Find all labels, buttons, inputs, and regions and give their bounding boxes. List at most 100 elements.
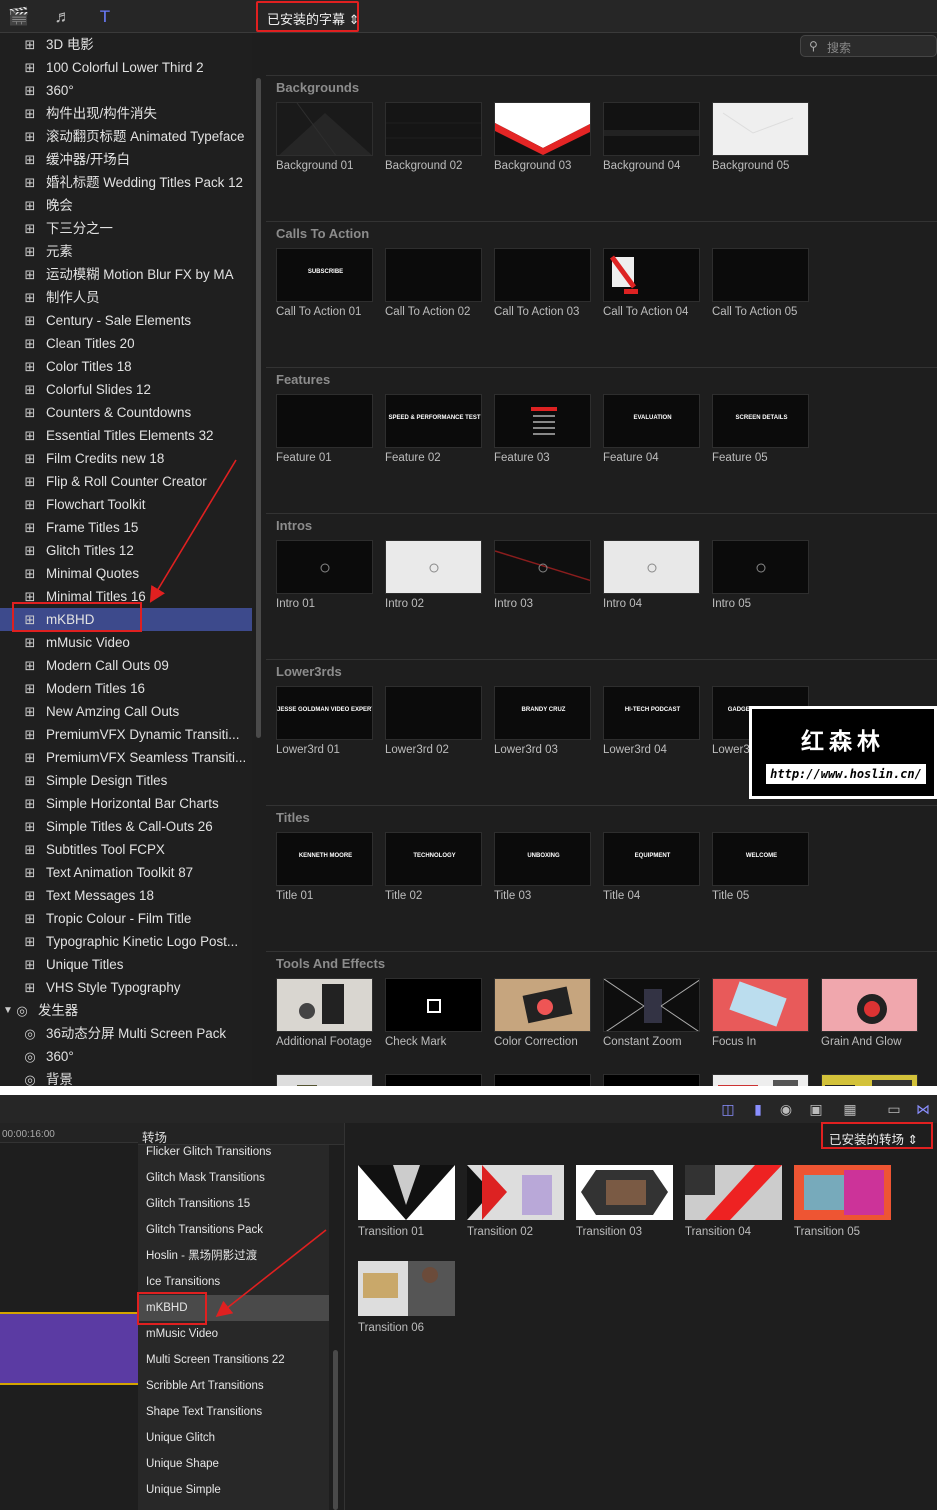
sidebar-item[interactable]: ⊞ Modern Titles 16 (0, 677, 252, 700)
thumbnail[interactable]: UNBOXING (494, 832, 591, 886)
sidebar-item[interactable]: ⊞ Simple Design Titles (0, 769, 252, 792)
sidebar-item[interactable]: ⊞ Essential Titles Elements 32 (0, 424, 252, 447)
music-note-icon[interactable]: ♬ (52, 7, 74, 27)
thumbnail[interactable] (712, 1074, 809, 1086)
thumbnail[interactable]: TECH NEWS (821, 1074, 918, 1086)
sidebar-item[interactable]: ⊞ 3D 电影 (0, 33, 252, 56)
thumbnail[interactable] (276, 394, 373, 448)
thumbnail[interactable] (603, 978, 700, 1032)
thumbnail[interactable] (603, 1074, 700, 1086)
timeline-clip[interactable] (0, 1312, 138, 1385)
thumbnail[interactable]: EVALUATION (603, 394, 700, 448)
transition-list-item[interactable]: Unique Shape (138, 1451, 329, 1477)
thumbnail[interactable]: TECHNOLOGY (385, 832, 482, 886)
sidebar-item[interactable]: ⊞ Color Titles 18 (0, 355, 252, 378)
thumbnail[interactable] (385, 102, 482, 156)
thumbnail[interactable] (494, 540, 591, 594)
thumbnail[interactable]: SUBSCRIBE (276, 248, 373, 302)
sidebar-item[interactable]: ⊞ mMusic Video (0, 631, 252, 654)
transition-list-item[interactable]: Multi Screen Transitions 22 (138, 1347, 329, 1373)
sidebar-item[interactable]: ⊞ 360° (0, 79, 252, 102)
sidebar-item[interactable]: ⊞ 100 Colorful Lower Third 2 (0, 56, 252, 79)
disclosure-triangle-icon[interactable]: ▼ (3, 999, 13, 1022)
installed-transitions-select[interactable]: 已安装的转场 ⇕ (821, 1122, 933, 1149)
sidebar-item[interactable]: ⊞ Modern Call Outs 09 (0, 654, 252, 677)
sidebar-item[interactable]: ⊞ Film Credits new 18 (0, 447, 252, 470)
sidebar-item[interactable]: ⊞ 婚礼标题 Wedding Titles Pack 12 (0, 171, 252, 194)
sidebar-item[interactable]: ⊞ 制作人员 (0, 286, 252, 309)
thumbnail[interactable] (276, 978, 373, 1032)
thumbnail[interactable]: WELCOME (712, 832, 809, 886)
sidebar-item[interactable]: ⊞ Colorful Slides 12 (0, 378, 252, 401)
sidebar-item[interactable]: ⊞ 运动模糊 Motion Blur FX by MA (0, 263, 252, 286)
transition-list-item[interactable]: Glitch Transitions 15 (138, 1191, 329, 1217)
sidebar-item[interactable]: ⊞ Tropic Colour - Film Title (0, 907, 252, 930)
installed-titles-select[interactable]: 已安装的字幕 ⇕ (256, 1, 360, 32)
thumbnail[interactable]: SCREEN DETAILS (712, 394, 809, 448)
sidebar-item[interactable]: ⊞ PremiumVFX Dynamic Transiti... (0, 723, 252, 746)
thumbnail[interactable]: KENNETH MOORE (276, 832, 373, 886)
thumbnail[interactable] (712, 248, 809, 302)
transitions-icon[interactable]: ⋈ (913, 1100, 933, 1118)
transitions-list-scrollbar[interactable] (333, 1350, 338, 1510)
thumbnail[interactable] (276, 1074, 373, 1086)
sidebar-item[interactable]: ⊞ Frame Titles 15 (0, 516, 252, 539)
search-input[interactable]: ⚲ 搜索 (800, 35, 937, 57)
thumbnail[interactable] (494, 978, 591, 1032)
sidebar-item[interactable]: ⊞ 元素 (0, 240, 252, 263)
transition-list-item[interactable]: Hoslin - 黑场阴影过渡 (138, 1243, 329, 1269)
thumbnail[interactable] (385, 686, 482, 740)
headphones-icon[interactable]: ◉ (776, 1100, 796, 1118)
titles-t-icon[interactable]: T (94, 7, 116, 27)
clapper-star-icon[interactable]: 🎬 (8, 7, 30, 27)
transition-thumbnail[interactable] (358, 1165, 455, 1220)
sidebar-item[interactable]: ⊞ Century - Sale Elements (0, 309, 252, 332)
sidebar-item[interactable]: ⊞ Clean Titles 20 (0, 332, 252, 355)
transition-list-item[interactable]: Unique Simple (138, 1477, 329, 1503)
thumbnail[interactable]: SPEED & PERFORMANCE TEST (385, 394, 482, 448)
thumbnail[interactable]: BRANDY CRUZ (494, 686, 591, 740)
thumbnail[interactable] (494, 1074, 591, 1086)
thumbnail[interactable] (494, 394, 591, 448)
thumbnail[interactable]: HI-TECH PODCAST (603, 686, 700, 740)
sidebar-item[interactable]: ⊞ Simple Titles & Call-Outs 26 (0, 815, 252, 838)
transition-thumbnail[interactable] (467, 1165, 564, 1220)
transition-list-item[interactable]: Unique Glitch (138, 1425, 329, 1451)
transition-list-item[interactable]: Flicker Glitch Transitions (138, 1139, 329, 1165)
sidebar-item[interactable]: ⊞ Typographic Kinetic Logo Post... (0, 930, 252, 953)
sidebar-item[interactable]: ◎ 360° (0, 1045, 252, 1068)
thumbnail[interactable] (603, 540, 700, 594)
sidebar-item[interactable]: ⊞ Minimal Quotes (0, 562, 252, 585)
transition-thumbnail[interactable] (685, 1165, 782, 1220)
sidebar-item[interactable]: ⊞ 下三分之一 (0, 217, 252, 240)
sidebar-item[interactable]: ⊞ PremiumVFX Seamless Transiti... (0, 746, 252, 769)
thumbnail[interactable]: JESSE GOLDMAN VIDEO EXPERT (276, 686, 373, 740)
thumbnail[interactable] (494, 102, 591, 156)
thumbnail[interactable] (603, 248, 700, 302)
sidebar-item[interactable]: ⊞ 晚会 (0, 194, 252, 217)
transition-thumbnail[interactable] (794, 1165, 891, 1220)
sidebar-item[interactable]: ◎ 背景 (0, 1068, 252, 1086)
thumbnail[interactable] (385, 540, 482, 594)
transition-thumbnail[interactable] (576, 1165, 673, 1220)
clip-appearance-icon[interactable]: ▦ (840, 1100, 860, 1118)
thumbnail[interactable] (385, 978, 482, 1032)
transition-list-item[interactable]: Glitch Mask Transitions (138, 1165, 329, 1191)
sidebar-item[interactable]: ⊞ Text Messages 18 (0, 884, 252, 907)
thumbnail[interactable] (494, 248, 591, 302)
sidebar-item[interactable]: ▼ ◎ 发生器 (0, 999, 252, 1022)
sidebar-item[interactable]: ◎ 36动态分屏 Multi Screen Pack (0, 1022, 252, 1045)
sidebar-item[interactable]: ⊞ Flip & Roll Counter Creator (0, 470, 252, 493)
sidebar-item[interactable]: ⊞ Simple Horizontal Bar Charts (0, 792, 252, 815)
sidebar-item[interactable]: ⊞ VHS Style Typography (0, 976, 252, 999)
thumbnail[interactable] (821, 978, 918, 1032)
audio-meter-icon[interactable]: ◫ (718, 1100, 738, 1118)
waveform-icon[interactable]: ▮ (748, 1100, 768, 1118)
sidebar-item[interactable]: ⊞ Flowchart Toolkit (0, 493, 252, 516)
thumbnail[interactable]: EQUIPMENT (603, 832, 700, 886)
thumbnail[interactable] (276, 102, 373, 156)
sidebar-item[interactable]: ⊞ Unique Titles (0, 953, 252, 976)
sidebar-item[interactable]: ⊞ Counters & Countdowns (0, 401, 252, 424)
thumbnail[interactable] (385, 1074, 482, 1086)
sidebar-item[interactable]: ⊞ 缓冲器/开场白 (0, 148, 252, 171)
